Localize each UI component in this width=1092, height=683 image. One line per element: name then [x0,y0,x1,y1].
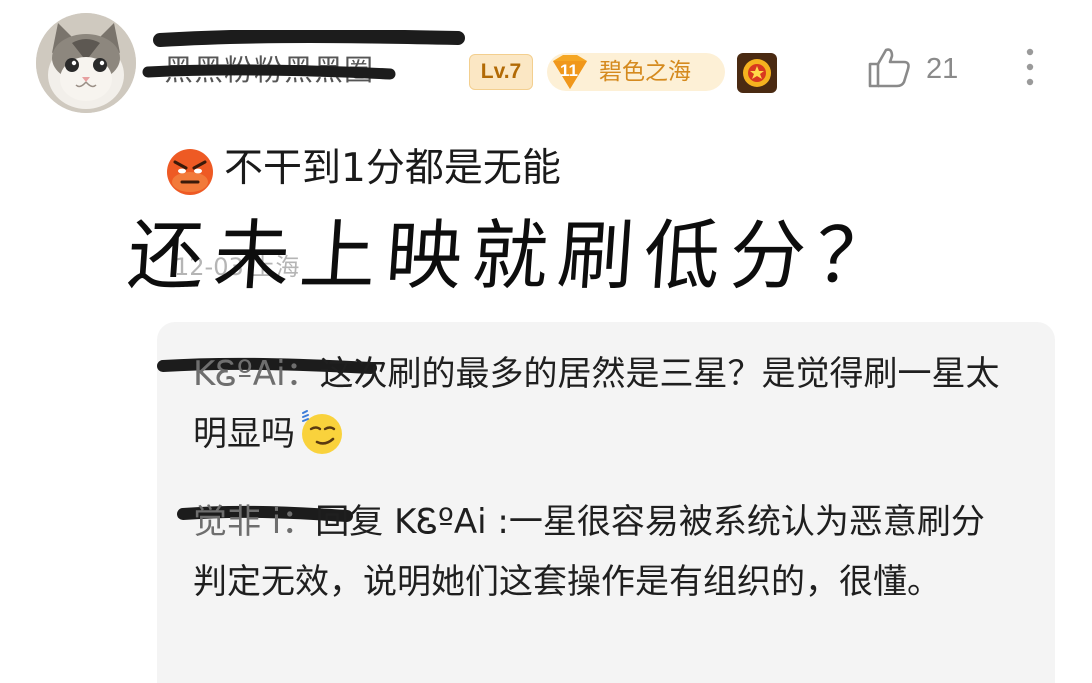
reply-author[interactable]: KᏋºAi： [193,354,320,394]
handwritten-annotation: 还未上映就刷低分？ [124,211,906,300]
vertical-ellipsis-icon[interactable] [1016,42,1044,92]
medal-icon[interactable] [736,52,778,94]
reply-item[interactable]: KᏋºAi：这次刷的最多的居然是三星？是觉得刷一星太明显吗 [193,344,1013,464]
fan-group-badge[interactable]: 11 碧色之海 [547,53,725,91]
reply-author[interactable]: 觉非 i： [193,502,315,542]
comment-text: 不干到1分都是无能 [224,146,561,191]
like-count: 21 [926,53,959,85]
angry-face-emoji-icon [167,149,213,195]
username[interactable]: 黑黑粉粉黑黑圈 [164,50,374,90]
fan-level-number: 11 [560,61,578,80]
user-level-badge: Lv.7 [469,54,533,90]
cat-avatar-icon [36,13,136,113]
fan-group-name: 碧色之海 [599,59,691,85]
thumbs-up-icon[interactable] [866,44,912,90]
replies-panel[interactable]: KᏋºAi：这次刷的最多的居然是三星？是觉得刷一星太明显吗 觉非 i：回复 KᏋ… [157,322,1055,683]
reply-item[interactable]: 觉非 i：回复 KᏋºAi :一星很容易被系统认为恶意刷分判定无效，说明她们这套… [193,492,1013,612]
avatar[interactable] [36,13,136,113]
smirk-face-emoji-icon [302,410,342,454]
